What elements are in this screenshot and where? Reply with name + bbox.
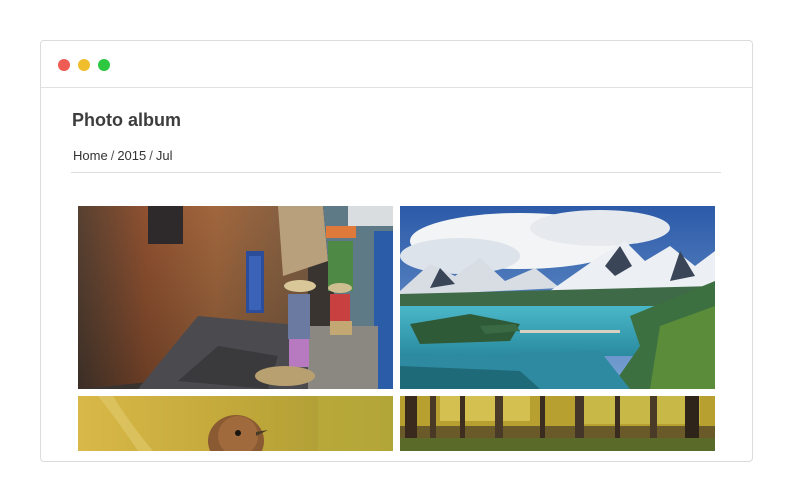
window-titlebar [41, 41, 752, 88]
breadcrumb-separator: / [149, 148, 153, 163]
street-scene-photo[interactable] [78, 206, 393, 389]
close-window-button[interactable] [58, 59, 70, 71]
breadcrumb-separator: / [110, 148, 115, 163]
bird-photo[interactable] [78, 396, 393, 451]
breadcrumb-home[interactable]: Home [73, 148, 108, 163]
breadcrumb: Home/2015/Jul [73, 148, 172, 164]
mountain-lake-photo[interactable] [400, 206, 715, 389]
header-divider [71, 172, 721, 173]
maximize-window-button[interactable] [98, 59, 110, 71]
minimize-window-button[interactable] [78, 59, 90, 71]
forest-photo[interactable] [400, 396, 715, 451]
breadcrumb-year[interactable]: 2015 [117, 148, 146, 163]
breadcrumb-month: Jul [155, 148, 173, 163]
page-title: Photo album [72, 110, 181, 130]
browser-window: Photo album Home/2015/Jul [40, 40, 753, 462]
